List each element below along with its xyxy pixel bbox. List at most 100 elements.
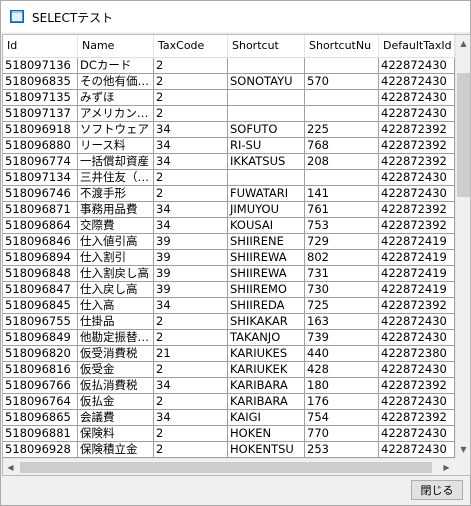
table-cell[interactable]: 163 bbox=[305, 314, 379, 330]
table-cell[interactable]: 141 bbox=[305, 186, 379, 202]
table-cell[interactable]: SONOTAYU bbox=[228, 74, 305, 90]
table-row[interactable]: 518096846 仕入値引高 39 SHIIRENE 729 422872419 bbox=[3, 234, 455, 250]
table-cell[interactable]: 会議費 bbox=[78, 410, 154, 426]
column-header[interactable]: DefaultTaxId bbox=[379, 35, 455, 57]
table-cell[interactable]: SHIIRENE bbox=[228, 234, 305, 250]
table-cell[interactable]: 518096774 bbox=[3, 154, 78, 170]
table-cell[interactable]: 422872430 bbox=[379, 442, 455, 458]
table-cell[interactable]: 422872392 bbox=[379, 138, 455, 154]
table-cell[interactable]: 422872430 bbox=[379, 426, 455, 442]
table-cell[interactable]: KOUSAI bbox=[228, 218, 305, 234]
table-cell[interactable]: 2 bbox=[154, 314, 228, 330]
table-cell[interactable]: 802 bbox=[305, 250, 379, 266]
table-cell[interactable]: 518096881 bbox=[3, 426, 78, 442]
table-cell[interactable]: 518096816 bbox=[3, 362, 78, 378]
table-row[interactable]: 518096864 交際費 34 KOUSAI 753 422872392 bbox=[3, 218, 455, 234]
table-cell[interactable]: 422872419 bbox=[379, 234, 455, 250]
table-row[interactable]: 518096918 ソフトウェア 34 SOFUTO 225 422872392 bbox=[3, 122, 455, 138]
table-cell[interactable]: 34 bbox=[154, 138, 228, 154]
table-cell[interactable]: 仮受金 bbox=[78, 362, 154, 378]
table-cell[interactable]: KARIUKEK bbox=[228, 362, 305, 378]
table-cell[interactable]: 518096764 bbox=[3, 394, 78, 410]
table-cell[interactable]: SHIIREMO bbox=[228, 282, 305, 298]
column-header[interactable]: ShortcutNu bbox=[305, 35, 379, 57]
table-cell[interactable]: 2 bbox=[154, 362, 228, 378]
table-row[interactable]: 518096848 仕入割戻し高 39 SHIIREWA 731 422872419 bbox=[3, 266, 455, 282]
table-cell[interactable]: 570 bbox=[305, 74, 379, 90]
table-row[interactable]: 518096835 その他有価… 2 SONOTAYU 570 422872430 bbox=[3, 74, 455, 90]
table-cell[interactable]: 保険料 bbox=[78, 426, 154, 442]
table-row[interactable]: 518096774 一括償却資産 34 IKKATSUS 208 422872392 bbox=[3, 154, 455, 170]
table-cell[interactable]: 518096864 bbox=[3, 218, 78, 234]
table-cell[interactable] bbox=[228, 58, 305, 74]
table-cell[interactable]: 仕入値引高 bbox=[78, 234, 154, 250]
table-row[interactable]: 518096746 不渡手形 2 FUWATARI 141 422872430 bbox=[3, 186, 455, 202]
table-cell[interactable]: 一括償却資産 bbox=[78, 154, 154, 170]
table-cell[interactable]: 422872430 bbox=[379, 330, 455, 346]
table-cell[interactable]: FUWATARI bbox=[228, 186, 305, 202]
table-cell[interactable]: 保険積立金 bbox=[78, 442, 154, 458]
table-cell[interactable]: KARIUKES bbox=[228, 346, 305, 362]
table-cell[interactable]: 518096880 bbox=[3, 138, 78, 154]
table-cell[interactable]: 仕掛品 bbox=[78, 314, 154, 330]
table-cell[interactable]: 2 bbox=[154, 106, 228, 122]
table-cell[interactable]: 422872392 bbox=[379, 298, 455, 314]
table-cell[interactable]: みずほ bbox=[78, 90, 154, 106]
table-cell[interactable]: 34 bbox=[154, 298, 228, 314]
table-cell[interactable]: 39 bbox=[154, 282, 228, 298]
table-cell[interactable]: 422872380 bbox=[379, 346, 455, 362]
table-cell[interactable]: 518097135 bbox=[3, 90, 78, 106]
table-cell[interactable]: 2 bbox=[154, 186, 228, 202]
table-cell[interactable]: 428 bbox=[305, 362, 379, 378]
table-cell[interactable]: 34 bbox=[154, 122, 228, 138]
scroll-down-arrow-icon[interactable]: ▼ bbox=[456, 441, 470, 458]
table-cell[interactable]: 729 bbox=[305, 234, 379, 250]
table-cell[interactable]: 422872392 bbox=[379, 410, 455, 426]
table-cell[interactable]: 518096865 bbox=[3, 410, 78, 426]
table-cell[interactable]: 739 bbox=[305, 330, 379, 346]
title-bar[interactable]: SELECTテスト bbox=[1, 1, 470, 32]
table-cell[interactable]: 768 bbox=[305, 138, 379, 154]
table-cell[interactable]: 725 bbox=[305, 298, 379, 314]
table-cell[interactable]: 422872430 bbox=[379, 106, 455, 122]
table-cell[interactable]: KARIBARA bbox=[228, 394, 305, 410]
table-cell[interactable]: 518096820 bbox=[3, 346, 78, 362]
table-cell[interactable]: アメリカン… bbox=[78, 106, 154, 122]
table-cell[interactable]: 422872430 bbox=[379, 186, 455, 202]
scroll-up-arrow-icon[interactable]: ▲ bbox=[456, 35, 470, 52]
table-cell[interactable]: 770 bbox=[305, 426, 379, 442]
table-cell[interactable]: 440 bbox=[305, 346, 379, 362]
scroll-right-arrow-icon[interactable]: ▶ bbox=[439, 459, 454, 475]
table-cell[interactable]: 34 bbox=[154, 154, 228, 170]
table-cell[interactable]: DCカード bbox=[78, 58, 154, 74]
table-row[interactable]: 518096880 リース料 34 RI-SU 768 422872392 bbox=[3, 138, 455, 154]
table-row[interactable]: 518096755 仕掛品 2 SHIKAKAR 163 422872430 bbox=[3, 314, 455, 330]
table-cell[interactable]: ソフトウェア bbox=[78, 122, 154, 138]
table-cell[interactable]: 422872430 bbox=[379, 90, 455, 106]
table-cell[interactable]: 39 bbox=[154, 250, 228, 266]
table-row[interactable]: 518096845 仕入高 34 SHIIREDA 725 422872392 bbox=[3, 298, 455, 314]
table-cell[interactable]: 518097136 bbox=[3, 58, 78, 74]
table-cell[interactable]: 422872430 bbox=[379, 394, 455, 410]
table-cell[interactable]: 2 bbox=[154, 394, 228, 410]
table-cell[interactable]: 518096766 bbox=[3, 378, 78, 394]
table-row[interactable]: 518097135 みずほ 2 422872430 bbox=[3, 90, 455, 106]
vertical-scroll-thumb[interactable] bbox=[457, 73, 470, 197]
table-cell[interactable]: 21 bbox=[154, 346, 228, 362]
table-cell[interactable] bbox=[305, 58, 379, 74]
table-row[interactable]: 518096865 会議費 34 KAIGI 754 422872392 bbox=[3, 410, 455, 426]
table-cell[interactable]: 仕入割戻し高 bbox=[78, 266, 154, 282]
column-header[interactable]: Name bbox=[78, 35, 154, 57]
table-cell[interactable]: KAIGI bbox=[228, 410, 305, 426]
table-cell[interactable]: 518096755 bbox=[3, 314, 78, 330]
table-cell[interactable]: 34 bbox=[154, 218, 228, 234]
table-cell[interactable]: 仮受消費税 bbox=[78, 346, 154, 362]
table-cell[interactable]: KARIBARA bbox=[228, 378, 305, 394]
table-cell[interactable]: 761 bbox=[305, 202, 379, 218]
table-cell[interactable]: 不渡手形 bbox=[78, 186, 154, 202]
table-cell[interactable]: SOFUTO bbox=[228, 122, 305, 138]
vertical-scrollbar[interactable]: ▲ ▼ bbox=[455, 35, 470, 458]
table-cell[interactable] bbox=[228, 106, 305, 122]
table-cell[interactable]: 39 bbox=[154, 266, 228, 282]
table-cell[interactable]: 731 bbox=[305, 266, 379, 282]
